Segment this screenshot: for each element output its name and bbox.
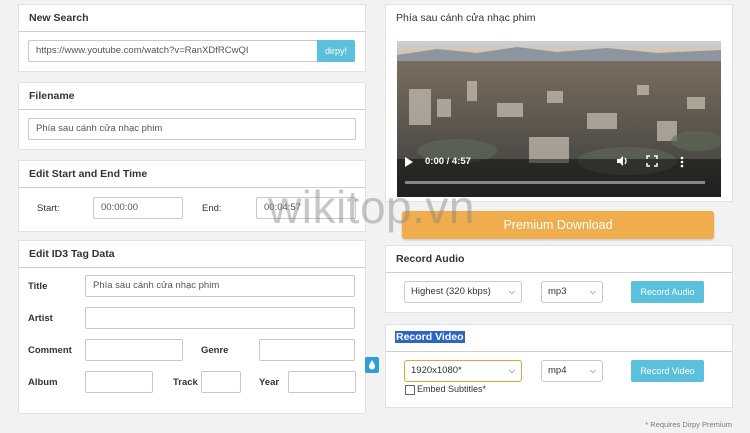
watermark-text: wikitop.vn [268,181,475,233]
embed-subtitles-checkbox[interactable] [405,385,415,395]
video-resolution-value: 1920x1080* [411,365,462,376]
title-label: Title [28,281,48,292]
filename-title: Filename [19,83,365,110]
comment-label: Comment [28,345,72,356]
audio-format-value: mp3 [548,286,567,297]
video-time-display: 0:00 / 4:57 [425,156,471,167]
album-input[interactable] [85,371,153,393]
video-resolution-select[interactable]: 1920x1080* ⌵ [404,360,522,382]
url-input[interactable]: https://www.youtube.com/watch?v=RanXDfRC… [28,40,318,62]
video-panel: Phía sau cánh cửa nhạc phim 0:00 / 4:57 [385,4,733,202]
start-label: Start: [37,203,60,214]
video-thumbnail [397,41,721,197]
album-label: Album [28,377,58,388]
chevron-down-icon: ⌵ [508,287,515,296]
new-search-panel: New Search https://www.youtube.com/watch… [18,4,366,72]
record-audio-button[interactable]: Record Audio [631,281,704,303]
audio-format-select[interactable]: mp3 ⌵ [541,281,603,303]
id3-title: Edit ID3 Tag Data [19,241,365,268]
dirpy-submit-button[interactable]: dirpy! [317,40,355,62]
track-input[interactable] [201,371,241,393]
comment-input[interactable] [85,339,183,361]
record-video-panel: Record Video 1920x1080* ⌵ mp4 ⌵ Record V… [385,324,733,408]
record-video-title-text: Record Video [395,331,465,343]
fullscreen-icon[interactable] [645,154,659,168]
audio-quality-select[interactable]: Highest (320 kbps) ⌵ [404,281,522,303]
chevron-down-icon: ⌵ [589,287,596,296]
video-format-value: mp4 [548,365,567,376]
genre-input[interactable] [259,339,355,361]
audio-quality-value: Highest (320 kbps) [411,286,491,297]
year-input[interactable] [288,371,356,393]
record-audio-panel: Record Audio Highest (320 kbps) ⌵ mp3 ⌵ … [385,245,733,313]
artist-label: Artist [28,313,53,324]
play-icon[interactable] [405,157,413,167]
new-search-title: New Search [19,5,365,32]
video-format-select[interactable]: mp4 ⌵ [541,360,603,382]
more-options-icon[interactable] [679,155,685,169]
video-player[interactable]: 0:00 / 4:57 [397,41,721,197]
title-input[interactable]: Phía sau cánh cửa nhạc phim [85,275,355,297]
chevron-down-icon: ⌵ [508,366,515,375]
artist-input[interactable] [85,307,355,329]
record-audio-title: Record Audio [386,246,732,273]
record-video-divider [386,351,732,352]
filename-panel: Filename Phía sau cánh cửa nhạc phim [18,82,366,150]
record-video-title: Record Video [395,331,465,344]
record-video-button[interactable]: Record Video [631,360,704,382]
start-time-input[interactable]: 00:00:00 [93,197,183,219]
premium-footnote: * Requires Dirpy Premium [645,420,732,429]
year-label: Year [259,377,280,388]
track-label: Track [173,377,198,388]
volume-icon[interactable] [615,154,629,168]
droplet-icon[interactable] [365,357,379,373]
genre-label: Genre [201,345,229,356]
filename-input[interactable]: Phía sau cánh cửa nhạc phim [28,118,356,140]
chevron-down-icon: ⌵ [589,366,596,375]
id3-panel: Edit ID3 Tag Data Title Phía sau cánh cử… [18,240,366,414]
end-label: End: [202,203,222,214]
embed-subtitles-label: Embed Subtitles* [417,384,487,394]
video-title: Phía sau cánh cửa nhạc phim [396,12,536,24]
